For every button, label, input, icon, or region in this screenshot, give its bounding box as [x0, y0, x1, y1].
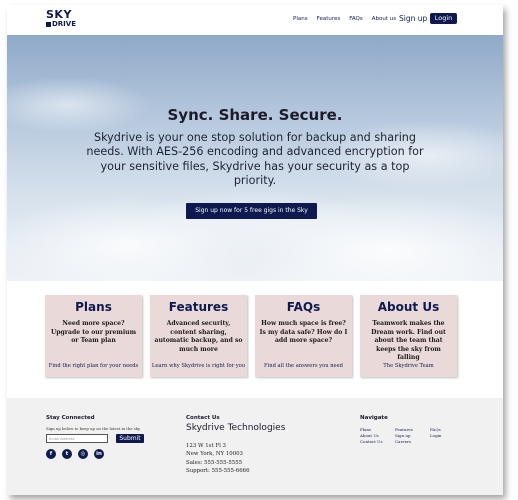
- facebook-icon[interactable]: f: [46, 449, 56, 459]
- contact-heading: Contact Us: [186, 415, 220, 421]
- logo-square-icon: [46, 21, 51, 27]
- footer-nav-col-2: Features Sign up Careers: [395, 427, 413, 444]
- nav-link-faqs[interactable]: FAQs: [349, 16, 363, 22]
- footer-nav-col-3: FAQs Login: [430, 427, 441, 439]
- card-link[interactable]: Find the right plan for your needs: [45, 363, 142, 369]
- logo-line-2: DRIVE: [46, 20, 76, 28]
- logo-line-2-text: DRIVE: [51, 20, 76, 28]
- footer-link-features[interactable]: Features: [395, 427, 413, 433]
- login-button[interactable]: Login: [430, 13, 457, 24]
- card-body: Need more space? Upgrade to our premium …: [50, 320, 137, 345]
- navigate-heading: Navigate: [360, 415, 388, 421]
- submit-button[interactable]: Submit: [116, 434, 144, 443]
- card-title: FAQs: [286, 300, 321, 314]
- card-features[interactable]: Features Advanced security, content shar…: [150, 295, 247, 377]
- stay-connected-heading: Stay Connected: [46, 415, 95, 421]
- logo-line-1: SKY: [46, 8, 72, 21]
- footer-nav-col-1: Plans About Us Contact Us: [360, 427, 383, 444]
- stay-connected-text: Sign up below to keep up on the latest i…: [46, 426, 141, 431]
- card-title: Plans: [75, 300, 112, 314]
- nav-link-features[interactable]: Features: [317, 16, 341, 22]
- sales-phone: Sales: 555-555-5555: [186, 459, 243, 466]
- card-link[interactable]: Learn why Skydrive is right for you: [150, 363, 247, 369]
- hero-description: Skydrive is your one stop solution for b…: [86, 131, 424, 188]
- footer-link-login[interactable]: Login: [430, 433, 441, 439]
- hero-signup-button[interactable]: Sign up now for 5 free gigs in the Sky: [186, 203, 317, 219]
- address-line: New York, NY 10003: [186, 451, 243, 458]
- social-icons: f t ◎ in: [46, 449, 104, 459]
- card-about-us[interactable]: About Us Teamwork makes the Dream work. …: [360, 295, 457, 377]
- instagram-icon[interactable]: ◎: [78, 449, 88, 459]
- support-phone: Support: 555-555-6666: [186, 468, 250, 475]
- navbar: SKY DRIVE Plans Features FAQs About us S…: [7, 5, 503, 35]
- footer-link-sign-up[interactable]: Sign up: [395, 433, 413, 439]
- card-title: About Us: [377, 300, 440, 314]
- card-link[interactable]: The Skydrive Team: [360, 363, 457, 369]
- signup-link[interactable]: Sign up: [399, 14, 427, 23]
- card-faqs[interactable]: FAQs How much space is free? Is my data …: [255, 295, 352, 377]
- nav-link-about-us[interactable]: About us: [372, 16, 396, 22]
- nav-links: Plans Features FAQs About us: [293, 16, 396, 22]
- card-body: How much space is free? Is my data safe?…: [259, 320, 348, 345]
- skydrive-logo[interactable]: SKY DRIVE: [46, 9, 76, 31]
- footer-link-careers[interactable]: Careers: [395, 439, 413, 445]
- card-body: Advanced security, content sharing, auto…: [154, 320, 243, 353]
- footer-link-faqs[interactable]: FAQs: [430, 427, 441, 433]
- twitter-icon[interactable]: t: [62, 449, 72, 459]
- email-input[interactable]: Email Address: [46, 434, 108, 443]
- contact-address: 123 W 1st Fl 3 New York, NY 10003 Sales:…: [186, 442, 250, 476]
- card-link[interactable]: Find all the answers you need: [255, 363, 352, 369]
- card-plans[interactable]: Plans Need more space? Upgrade to our pr…: [45, 295, 142, 377]
- card-body: Teamwork makes the Dream work. Find out …: [371, 320, 446, 362]
- address-line: 123 W 1st Fl 3: [186, 443, 226, 449]
- feature-cards: Plans Need more space? Upgrade to our pr…: [45, 295, 457, 377]
- hero-section: Sync. Share. Secure. Skydrive is your on…: [7, 35, 503, 281]
- hero-title: Sync. Share. Secure.: [167, 106, 343, 124]
- linkedin-icon[interactable]: in: [94, 449, 104, 459]
- nav-link-plans[interactable]: Plans: [293, 16, 308, 22]
- footer-link-contact-us[interactable]: Contact Us: [360, 439, 383, 445]
- card-title: Features: [168, 300, 229, 314]
- company-name: Skydrive Technologies: [186, 423, 286, 433]
- page-frame: SKY DRIVE Plans Features FAQs About us S…: [7, 5, 503, 495]
- footer: Stay Connected Sign up below to keep up …: [7, 398, 503, 495]
